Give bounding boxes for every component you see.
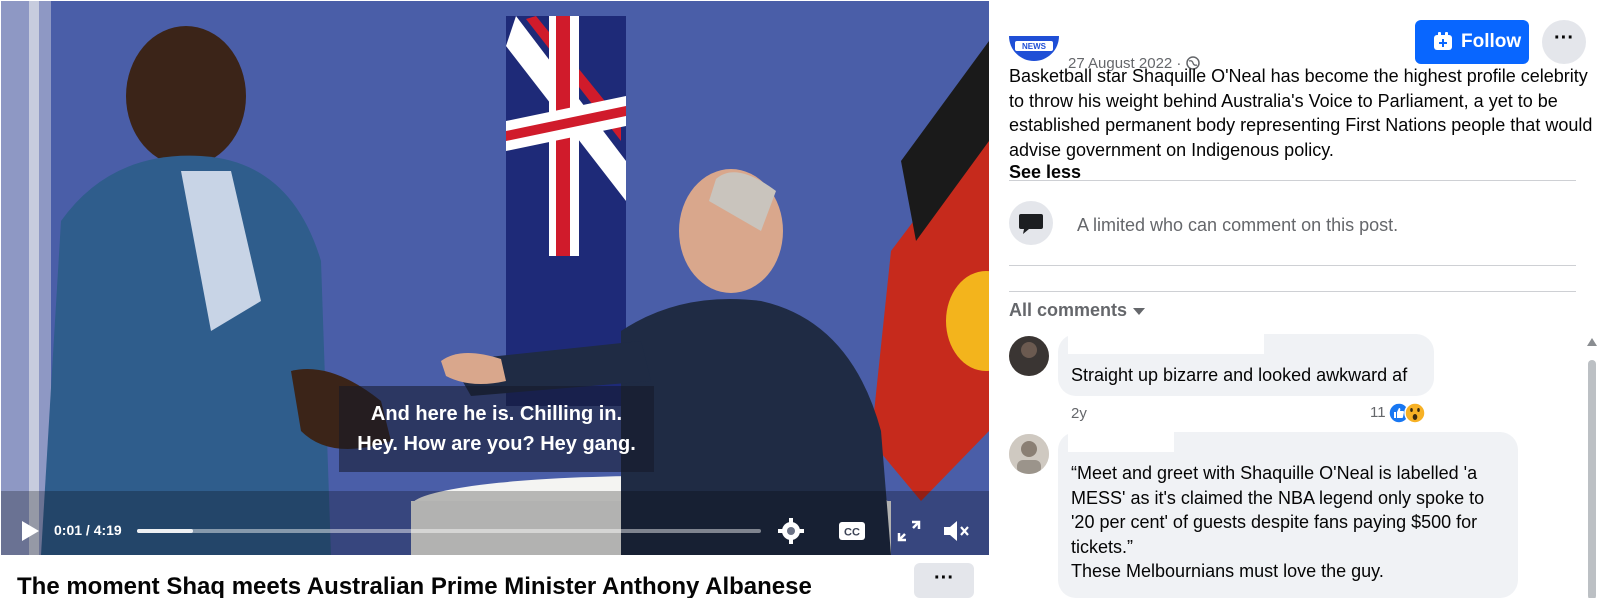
all-comments-filter[interactable]: All comments [1009, 300, 1146, 321]
commenter-avatar[interactable] [1009, 336, 1049, 376]
video-scrubber[interactable] [137, 529, 761, 533]
commenter-avatar[interactable] [1009, 434, 1049, 474]
divider [1009, 265, 1576, 266]
comment-text-line: “Meet and greet with Shaquille O'Neal is… [1071, 463, 1478, 483]
video-title: The moment Shaq meets Australian Prime M… [17, 573, 812, 598]
video-time: 0:01 / 4:19 [54, 522, 122, 538]
comment-limit-avatar [1009, 201, 1053, 245]
reaction-count: 11 [1370, 404, 1386, 421]
play-icon[interactable] [19, 519, 41, 543]
comment-age[interactable]: 2y [1071, 405, 1087, 422]
comment-text-line: MESS' as it's claimed the NBA legend onl… [1071, 488, 1485, 508]
closed-captions-icon[interactable]: CC [837, 517, 867, 545]
speech-bubble-icon [1019, 214, 1043, 234]
app-root: And here he is. Chilling in. Hey. How ar… [0, 0, 1602, 598]
svg-text:NEWS: NEWS [1022, 42, 1047, 51]
video-more-label: ··· [934, 567, 954, 589]
post-text: Basketball star Shaquille O'Neal has bec… [1009, 66, 1593, 160]
fullscreen-icon[interactable] [894, 517, 924, 545]
follow-label: Follow [1461, 31, 1522, 52]
avatar-photo [1009, 434, 1049, 474]
video-player[interactable]: And here he is. Chilling in. Hey. How ar… [1, 1, 989, 555]
video-more-button[interactable]: ··· [914, 563, 974, 598]
settings-gear-icon[interactable] [776, 517, 806, 545]
comment-text-line: '20 per cent' of guests despite fans pay… [1071, 512, 1478, 532]
video-progress-fill [137, 529, 194, 533]
follow-page-icon [1434, 32, 1452, 50]
comments-scrollbar[interactable] [1586, 338, 1598, 598]
comment-author-redaction [1068, 432, 1174, 452]
video-controls: 0:01 / 4:19 CC [1, 511, 989, 551]
comment-limit-text: A limited who can comment on this post. [1077, 215, 1399, 235]
post-sidebar: NEWS 27 August 2022 · Follow ··· Basketb… [990, 0, 1602, 598]
post-more-button[interactable]: ··· [1542, 20, 1586, 64]
divider [1009, 180, 1576, 181]
wow-reaction-icon [1404, 402, 1426, 424]
comment-text-line: These Melbournians must love the guy. [1071, 561, 1384, 581]
avatar-photo [1009, 336, 1049, 376]
comment-author-redaction [1068, 334, 1264, 354]
divider [1009, 291, 1576, 292]
scroll-up-arrow-icon[interactable] [1587, 338, 1597, 346]
post-more-label: ··· [1554, 27, 1574, 49]
subtitle-line-2: Hey. How are you? Hey gang. [357, 433, 636, 455]
comment-text-line: tickets.” [1071, 537, 1134, 557]
all-comments-label: All comments [1009, 300, 1128, 320]
comment-limit-notice: A limited who can comment on this post. [1009, 201, 1576, 247]
comment-reactions[interactable]: 11 [1370, 402, 1440, 426]
svg-text:CC: CC [844, 527, 860, 539]
comment-text: Straight up bizarre and looked awkward a… [1071, 365, 1408, 385]
chevron-down-icon [1133, 307, 1146, 315]
video-subtitle: And here he is. Chilling in. Hey. How ar… [339, 386, 654, 472]
scrollbar-thumb[interactable] [1588, 360, 1596, 598]
mute-icon[interactable] [941, 517, 971, 545]
video-pane: And here he is. Chilling in. Hey. How ar… [0, 0, 990, 598]
subtitle-line-1: And here he is. Chilling in. [370, 403, 623, 425]
follow-button[interactable]: Follow [1415, 20, 1529, 64]
